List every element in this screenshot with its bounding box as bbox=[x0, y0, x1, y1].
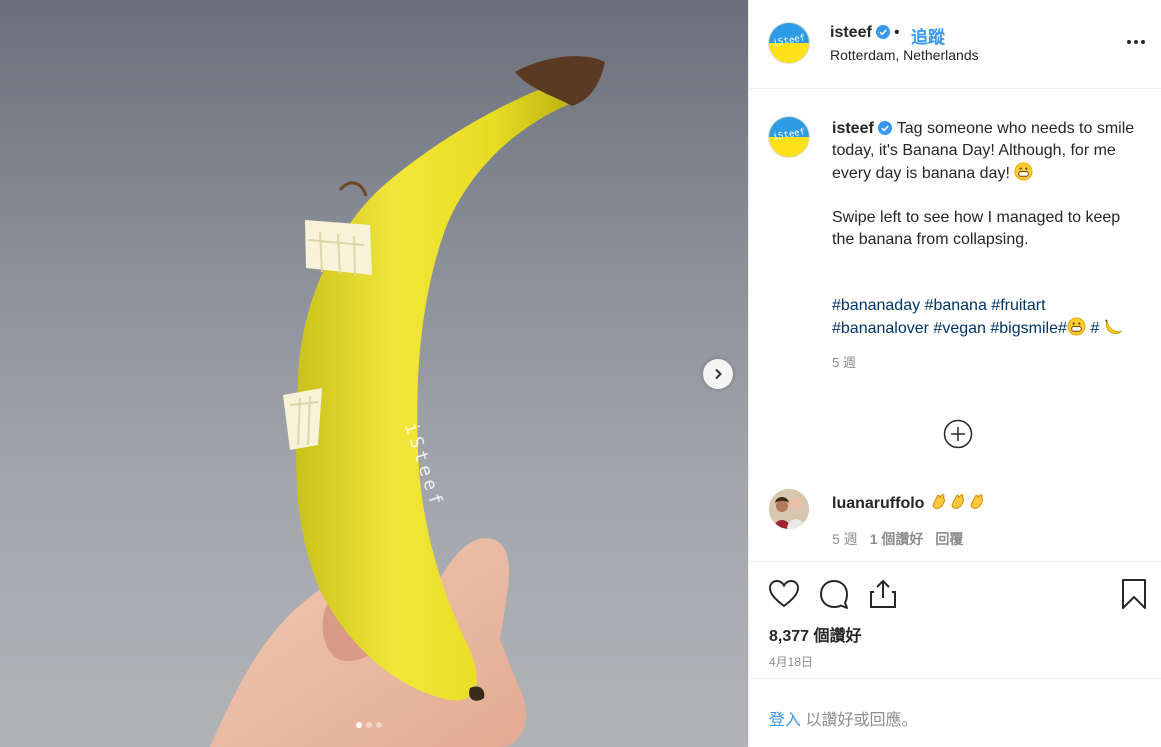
chevron-right-icon bbox=[715, 368, 722, 380]
banana-emoji-icon bbox=[1104, 319, 1123, 334]
caption-username[interactable]: isteef bbox=[832, 120, 897, 137]
load-more-comments-icon[interactable] bbox=[943, 419, 973, 449]
post-header: iSteef isteef • 追蹤 Rotterdam, Netherland… bbox=[749, 0, 1161, 89]
caption-author-avatar[interactable]: iSteef bbox=[768, 116, 810, 158]
comment-icon[interactable] bbox=[817, 577, 851, 611]
verified-badge-icon bbox=[876, 25, 891, 39]
caption-text: isteef Tag someone who needs to smile to… bbox=[832, 118, 1144, 374]
hashtag-link[interactable]: #fruitart bbox=[991, 297, 1045, 314]
login-prompt-text: 以讚好或回應。 bbox=[801, 712, 918, 729]
hashtag-link[interactable]: # bbox=[1090, 320, 1099, 337]
hashtag-link[interactable]: # bbox=[1058, 320, 1067, 337]
post-photo[interactable]: iSteef bbox=[0, 0, 748, 747]
author-avatar[interactable]: iSteef bbox=[768, 22, 810, 64]
comment-reply-button[interactable]: 回覆 bbox=[935, 529, 963, 549]
comment-timestamp: 5 週 bbox=[832, 531, 858, 547]
clapping-hands-emoji-icon bbox=[951, 494, 964, 509]
header-separator: • bbox=[894, 24, 900, 41]
login-prompt: 登入 以讚好或回應。 bbox=[769, 706, 917, 730]
carousel-dot bbox=[376, 722, 382, 728]
likes-count[interactable]: 8,377 個讚好 bbox=[769, 622, 862, 646]
grinning-face-emoji-icon bbox=[1014, 162, 1033, 181]
hashtag-link[interactable]: #bananaday bbox=[832, 297, 920, 314]
comment-meta: 5 週 1 個讚好 回覆 bbox=[832, 529, 963, 549]
post-location[interactable]: Rotterdam, Netherlands bbox=[830, 47, 979, 63]
commenter-username[interactable]: luanaruffolo bbox=[832, 495, 924, 512]
comment-text: luanaruffolo bbox=[832, 492, 986, 513]
banana-photo bbox=[210, 56, 605, 747]
more-options-icon[interactable] bbox=[1124, 30, 1148, 54]
hashtag-link[interactable]: #bananalover bbox=[832, 320, 929, 337]
caption-timestamp: 5 週 bbox=[832, 355, 856, 370]
comment-likes-link[interactable]: 1 個讚好 bbox=[870, 529, 924, 549]
carousel-dot bbox=[366, 722, 372, 728]
share-icon[interactable] bbox=[866, 577, 900, 611]
clapping-hands-emoji-icon bbox=[932, 494, 945, 509]
grinning-face-emoji-icon bbox=[1067, 317, 1086, 336]
hashtag-link[interactable]: #vegan bbox=[933, 320, 986, 337]
hashtag-link[interactable]: #bigsmile bbox=[990, 320, 1058, 337]
hashtag-link[interactable]: #banana bbox=[925, 297, 987, 314]
verified-badge-icon bbox=[878, 121, 893, 135]
carousel-next-button[interactable] bbox=[703, 359, 733, 389]
carousel-dot-active bbox=[356, 722, 362, 728]
author-username[interactable]: isteef bbox=[830, 24, 891, 42]
post-actions: 8,377 個讚好 4月18日 bbox=[749, 561, 1161, 679]
post-sidebar: iSteef isteef • 追蹤 Rotterdam, Netherland… bbox=[748, 0, 1161, 747]
heart-icon[interactable] bbox=[767, 577, 801, 611]
bookmark-icon[interactable] bbox=[1117, 577, 1151, 611]
follow-button[interactable]: 追蹤 bbox=[911, 23, 945, 48]
carousel-indicator bbox=[356, 722, 382, 728]
post-date: 4月18日 bbox=[769, 655, 814, 669]
clapping-hands-emoji-icon bbox=[970, 494, 983, 509]
caption-body-2: Swipe left to see how I managed to keep … bbox=[832, 209, 1121, 248]
login-link[interactable]: 登入 bbox=[769, 712, 801, 729]
commenter-avatar[interactable] bbox=[769, 489, 809, 529]
